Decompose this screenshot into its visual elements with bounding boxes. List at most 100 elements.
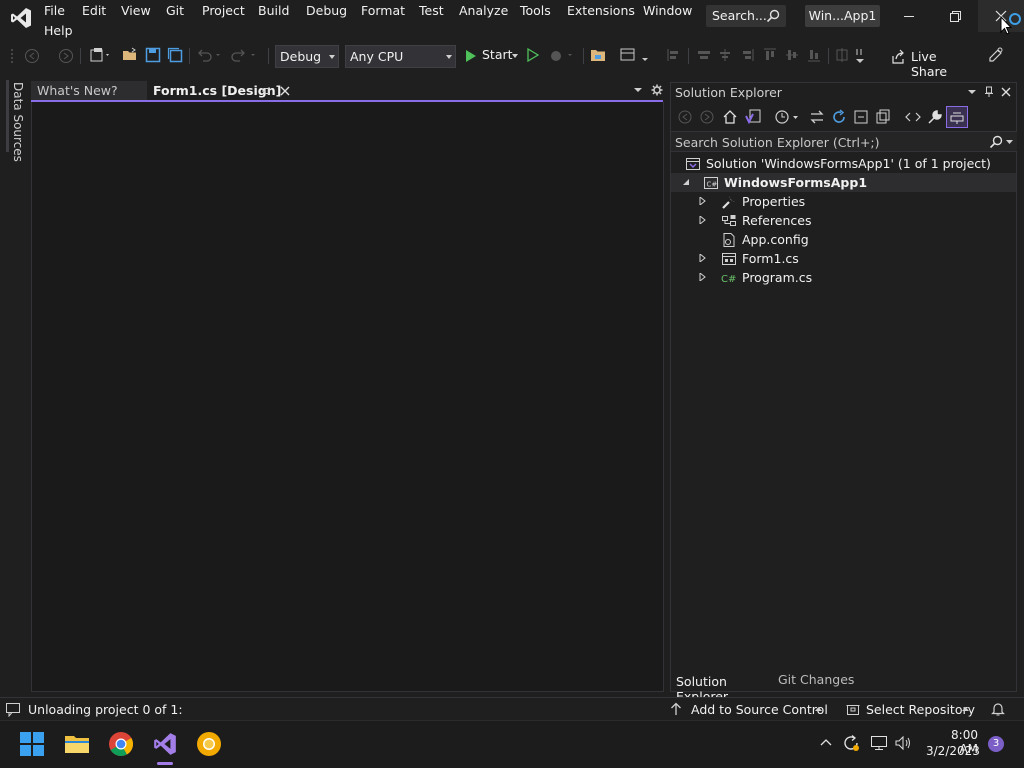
solution-platform-dropdown[interactable]: Any CPU bbox=[345, 45, 456, 68]
tree-item-solution[interactable]: Solution 'WindowsFormsApp1' (1 of 1 proj… bbox=[671, 154, 1016, 173]
windows-start-icon[interactable] bbox=[19, 731, 45, 757]
solution-name-badge[interactable]: Win...App1 bbox=[805, 5, 880, 27]
redo-icon[interactable] bbox=[231, 47, 255, 63]
gear-icon[interactable] bbox=[651, 84, 663, 96]
align-lefts-icon[interactable] bbox=[666, 47, 682, 63]
align-tops-icon[interactable] bbox=[762, 47, 778, 63]
taskbar-clock-date[interactable]: 3/2/2023 bbox=[926, 744, 980, 758]
add-to-source-control-button[interactable]: Add to Source Control bbox=[668, 698, 828, 720]
menu-test[interactable]: Test bbox=[419, 3, 444, 19]
menu-extensions[interactable]: Extensions bbox=[567, 3, 635, 19]
form-designer-surface[interactable] bbox=[31, 102, 664, 692]
notification-count-badge[interactable]: 3 bbox=[988, 736, 1004, 752]
new-project-icon[interactable] bbox=[89, 47, 109, 63]
align-bottoms-icon[interactable] bbox=[806, 47, 822, 63]
restore-button[interactable] bbox=[932, 0, 978, 32]
refresh-icon[interactable] bbox=[831, 109, 847, 125]
switch-views-icon[interactable] bbox=[744, 108, 762, 126]
show-hidden-icons-chevron-icon[interactable] bbox=[820, 738, 832, 746]
tree-item-references[interactable]: References bbox=[671, 211, 1016, 230]
tab-list-dropdown-icon[interactable] bbox=[633, 86, 643, 94]
menu-tools[interactable]: Tools bbox=[520, 3, 551, 19]
preview-selected-items-button[interactable] bbox=[946, 106, 968, 128]
tab-git-changes[interactable]: Git Changes bbox=[773, 669, 863, 691]
tab-whats-new[interactable]: What's New? bbox=[31, 81, 147, 101]
navigate-forward-icon[interactable] bbox=[58, 48, 74, 64]
select-repository-button[interactable]: Select Repository bbox=[844, 698, 975, 720]
live-share-button[interactable]: Live Share bbox=[886, 45, 968, 79]
tree-item-form1[interactable]: Form1.cs bbox=[671, 249, 1016, 268]
view-code-icon[interactable] bbox=[905, 109, 921, 125]
panel-options-dropdown-icon[interactable] bbox=[967, 88, 977, 96]
notifications-bell-icon[interactable] bbox=[990, 701, 1006, 717]
collapsed-arrow-icon[interactable] bbox=[699, 254, 707, 262]
close-tab-icon[interactable] bbox=[279, 85, 291, 97]
collapsed-arrow-icon[interactable] bbox=[699, 273, 707, 281]
pin-panel-icon[interactable] bbox=[984, 86, 994, 98]
menu-window[interactable]: Window bbox=[643, 3, 692, 19]
network-icon[interactable] bbox=[870, 735, 888, 751]
layout-format-icon[interactable] bbox=[620, 47, 648, 63]
pin-icon[interactable] bbox=[261, 86, 271, 96]
align-middles-vertical-icon[interactable] bbox=[784, 47, 800, 63]
make-same-size-icon[interactable] bbox=[834, 47, 850, 63]
tab-form1-design[interactable]: Form1.cs [Design] bbox=[148, 81, 296, 101]
solution-folder-icon[interactable] bbox=[590, 47, 606, 63]
close-panel-icon[interactable] bbox=[1000, 86, 1012, 98]
toolbar-overflow-icon[interactable] bbox=[855, 47, 871, 63]
menu-git[interactable]: Git bbox=[166, 3, 184, 19]
menu-project[interactable]: Project bbox=[202, 3, 245, 19]
output-message-icon[interactable] bbox=[5, 702, 21, 717]
save-icon[interactable] bbox=[145, 47, 161, 63]
chrome-canary-icon[interactable] bbox=[196, 731, 222, 757]
search-icon[interactable] bbox=[989, 135, 1003, 149]
collapsed-arrow-icon[interactable] bbox=[699, 197, 707, 205]
volume-icon[interactable] bbox=[894, 735, 912, 751]
properties-wrench-icon[interactable] bbox=[927, 109, 943, 125]
align-middles-icon[interactable] bbox=[717, 47, 733, 63]
search-box[interactable]: Search... bbox=[706, 5, 786, 27]
tree-item-properties[interactable]: Properties bbox=[671, 192, 1016, 211]
start-without-debugging-icon[interactable] bbox=[526, 47, 542, 63]
collapse-all-icon[interactable] bbox=[853, 109, 869, 125]
menu-edit[interactable]: Edit bbox=[82, 3, 106, 19]
start-debugging-button[interactable]: Start bbox=[462, 45, 522, 66]
solution-configuration-dropdown[interactable]: Debug bbox=[275, 45, 339, 68]
open-folder-icon[interactable] bbox=[122, 47, 138, 63]
undo-icon[interactable] bbox=[196, 47, 220, 63]
expanded-arrow-icon[interactable] bbox=[682, 178, 690, 186]
chevron-down-icon[interactable] bbox=[1006, 140, 1014, 145]
align-rights-icon[interactable] bbox=[739, 47, 755, 63]
forward-icon[interactable] bbox=[699, 109, 715, 125]
show-all-files-icon[interactable] bbox=[875, 109, 891, 125]
menu-help[interactable]: Help bbox=[44, 23, 73, 39]
collapsed-arrow-icon[interactable] bbox=[699, 216, 707, 224]
minimize-button[interactable] bbox=[886, 0, 932, 32]
menu-build[interactable]: Build bbox=[258, 3, 289, 19]
align-centers-icon[interactable] bbox=[696, 47, 712, 63]
visual-studio-taskbar-icon[interactable] bbox=[152, 731, 178, 757]
feedback-icon[interactable] bbox=[988, 47, 1004, 63]
save-all-icon[interactable] bbox=[167, 47, 183, 63]
visual-studio-logo-icon[interactable] bbox=[9, 6, 33, 30]
solution-explorer-search[interactable]: Search Solution Explorer (Ctrl+;) bbox=[671, 131, 1017, 152]
chrome-icon[interactable] bbox=[108, 731, 134, 757]
menu-file[interactable]: File bbox=[44, 3, 65, 19]
back-icon[interactable] bbox=[677, 109, 693, 125]
navigate-back-icon[interactable] bbox=[24, 48, 40, 64]
file-explorer-icon[interactable] bbox=[64, 731, 90, 757]
menu-debug[interactable]: Debug bbox=[306, 3, 347, 19]
menu-view[interactable]: View bbox=[121, 3, 151, 19]
tree-item-app-config[interactable]: App.config bbox=[671, 230, 1016, 249]
hot-reload-icon[interactable] bbox=[548, 47, 572, 63]
update-sync-icon[interactable] bbox=[842, 734, 860, 752]
menu-analyze[interactable]: Analyze bbox=[459, 3, 508, 19]
data-sources-label[interactable]: Data Sources bbox=[11, 82, 25, 162]
pending-changes-filter-icon[interactable] bbox=[774, 109, 800, 125]
sync-with-active-document-icon[interactable] bbox=[809, 109, 825, 125]
menu-format[interactable]: Format bbox=[361, 3, 405, 19]
tree-item-project[interactable]: C# WindowsFormsApp1 bbox=[671, 173, 1016, 192]
home-icon[interactable] bbox=[722, 109, 738, 125]
tree-item-program[interactable]: C# Program.cs bbox=[671, 268, 1016, 287]
tab-solution-explorer[interactable]: Solution Explorer bbox=[671, 669, 771, 704]
